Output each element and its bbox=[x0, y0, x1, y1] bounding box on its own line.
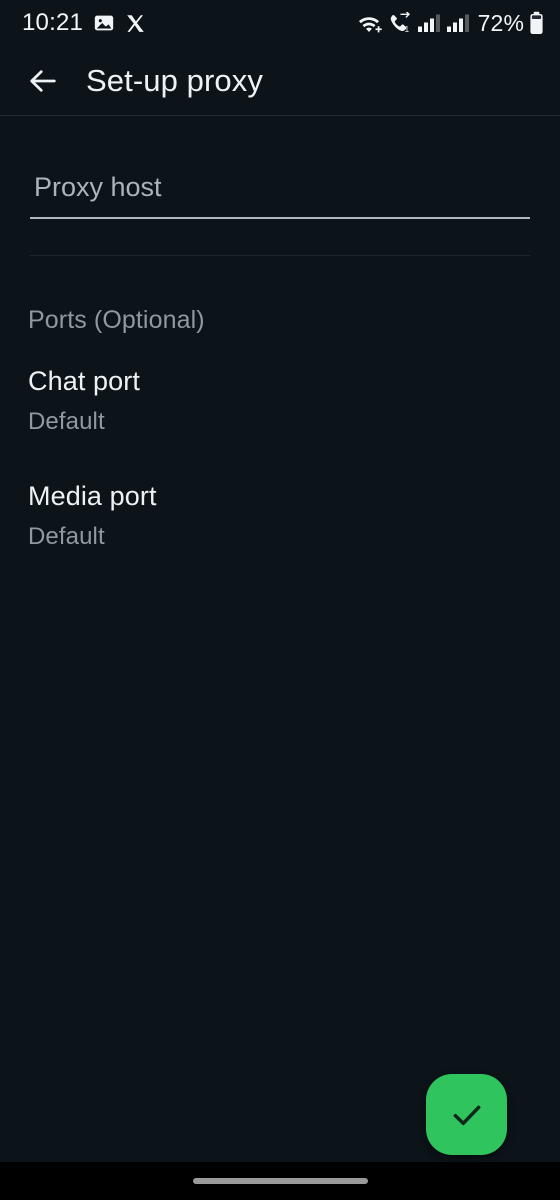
checkmark-icon bbox=[447, 1095, 487, 1135]
x-app-notification-icon bbox=[125, 13, 146, 34]
wifi-icon bbox=[356, 12, 382, 34]
media-port-title: Media port bbox=[28, 481, 157, 511]
svg-text:1: 1 bbox=[404, 25, 409, 34]
back-button[interactable] bbox=[22, 60, 64, 102]
section-divider bbox=[30, 255, 530, 256]
media-port-summary: Default bbox=[28, 523, 105, 550]
chat-port-title: Chat port bbox=[28, 366, 140, 396]
status-bar-right: 1 72% bbox=[356, 10, 544, 37]
back-arrow-icon bbox=[26, 64, 60, 98]
status-clock: 10:21 bbox=[22, 9, 84, 36]
signal-bars-sim1-icon bbox=[417, 12, 441, 34]
app-bar-divider bbox=[0, 115, 560, 116]
ports-section-header: Ports (Optional) bbox=[28, 306, 205, 334]
phone-screen: 10:21 1 72% Set-up proxy Proxy host Port… bbox=[0, 0, 560, 1200]
save-fab-button[interactable] bbox=[426, 1074, 507, 1155]
chat-port-summary: Default bbox=[28, 408, 105, 435]
chat-port-row[interactable]: Chat port Default bbox=[28, 366, 528, 436]
page-title: Set-up proxy bbox=[86, 62, 263, 98]
signal-bars-sim2-icon bbox=[446, 12, 470, 34]
status-bar: 10:21 1 72% bbox=[0, 0, 560, 46]
proxy-host-input[interactable] bbox=[30, 172, 530, 217]
app-bar: Set-up proxy bbox=[0, 46, 560, 115]
gesture-home-handle[interactable] bbox=[192, 1178, 368, 1184]
battery-percent-label: 72% bbox=[477, 9, 524, 36]
system-navigation-bar bbox=[0, 1162, 560, 1200]
call-forward-sim1-icon: 1 bbox=[387, 12, 412, 34]
media-port-row[interactable]: Media port Default bbox=[28, 481, 528, 551]
status-bar-left: 10:21 bbox=[22, 9, 146, 37]
battery-icon bbox=[529, 11, 544, 35]
proxy-host-underline bbox=[30, 217, 530, 219]
photo-notification-icon bbox=[93, 12, 115, 34]
proxy-host-field-block bbox=[30, 172, 530, 219]
